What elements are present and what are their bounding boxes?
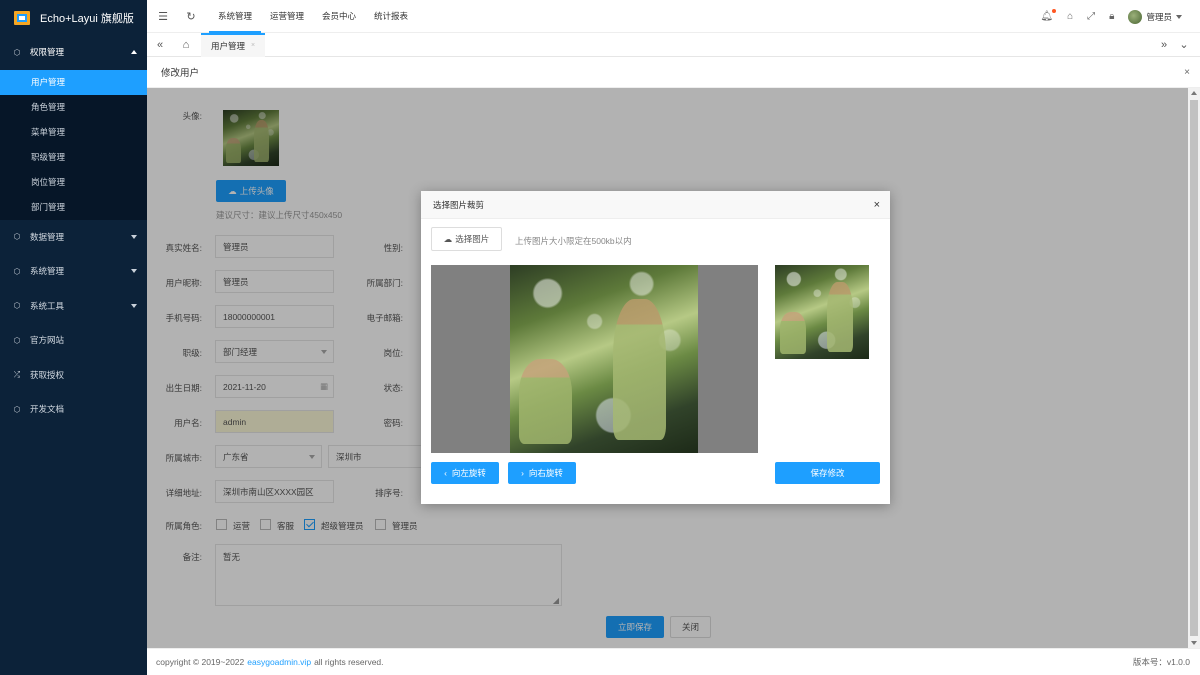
close-icon[interactable]: ×: [874, 199, 880, 211]
app-logo[interactable]: Echo+Layui 旗舰版: [0, 0, 147, 35]
close-icon[interactable]: ×: [1184, 67, 1190, 78]
sidebar-group-system[interactable]: ⬡ 系统管理: [0, 254, 147, 289]
footer: copyright © 2019~2022 easygoadmin.vip al…: [147, 648, 1200, 675]
chevron-down-icon: [131, 234, 137, 239]
cube-icon: ⬡: [13, 47, 21, 57]
sidebar: Echo+Layui 旗舰版 ⬡ 权限管理 用户管理 角色管理 菜单管理 职级管…: [0, 0, 147, 675]
sidebar-item-label: 开发文档: [30, 404, 65, 415]
image-crop-dialog: 选择图片裁剪 × ☁ 选择图片 上传图片大小限定在500kb以内 ‹ 向左旋转 › 向…: [421, 191, 890, 504]
dialog-header: 选择图片裁剪 ×: [421, 191, 890, 219]
tab-user-management[interactable]: 用户管理 ×: [201, 32, 266, 57]
sidebar-group-data[interactable]: ⬡ 数据管理: [0, 220, 147, 255]
page-title-bar: 修改用户 ×: [147, 57, 1200, 88]
sidebar-item-website[interactable]: ⬡ 官方网站: [0, 323, 147, 358]
sidebar-group-label: 权限管理: [30, 47, 65, 58]
chevron-down-icon[interactable]: ⌄: [1174, 35, 1194, 55]
choose-image-label: 选择图片: [455, 234, 490, 244]
topnav-member[interactable]: 会员中心: [313, 0, 365, 33]
bell-icon[interactable]: 🔔︎: [1040, 9, 1057, 22]
sidebar-group-permission[interactable]: ⬡ 权限管理: [0, 35, 147, 70]
tag-icon[interactable]: ⌂: [1067, 11, 1073, 22]
version-text: 版本号：v1.0.0: [1132, 657, 1190, 667]
tab-label: 用户管理: [211, 40, 246, 51]
cloud-upload-icon: ☁: [443, 233, 453, 244]
topnav-report[interactable]: 统计报表: [365, 0, 417, 33]
crop-source-image[interactable]: [510, 265, 698, 453]
footer-link[interactable]: easygoadmin.vip: [247, 657, 311, 667]
scroll-down-icon: [1191, 641, 1197, 645]
page-title: 修改用户: [161, 68, 200, 79]
rotate-right-button[interactable]: › 向右旋转: [508, 462, 576, 484]
top-right-tools: 🔔︎ ⌂ ⤢ 🔒︎ 管理员: [1040, 0, 1182, 33]
rotate-right-label: 向右旋转: [528, 468, 563, 478]
cube-icon: ⬡: [13, 335, 21, 345]
app-title: Echo+Layui 旗舰版: [40, 12, 134, 25]
notification-dot: [1052, 9, 1057, 13]
sidebar-item-label: 官方网站: [30, 335, 65, 346]
sidebar-item-roles[interactable]: 角色管理: [0, 95, 147, 120]
chevron-down-icon: [131, 303, 137, 308]
choose-image-button[interactable]: ☁ 选择图片: [431, 227, 502, 251]
menu-fold-icon[interactable]: ☰: [153, 6, 173, 26]
chevron-down-icon: [131, 269, 137, 274]
cube-icon: ⬡: [13, 404, 21, 414]
sidebar-group-label: 系统管理: [30, 266, 65, 277]
sidebar-item-license[interactable]: ⤮ 获取授权: [0, 358, 147, 393]
avatar: [1128, 9, 1143, 24]
top-nav: 系统管理 运营管理 会员中心 统计报表: [209, 0, 417, 33]
tab-close-icon[interactable]: ×: [251, 42, 255, 49]
cube-icon: ⬡: [13, 266, 21, 276]
user-menu[interactable]: 管理员: [1128, 9, 1182, 24]
topnav-system[interactable]: 系统管理: [209, 0, 262, 33]
user-name: 管理员: [1146, 11, 1172, 22]
rotate-left-label: 向左旋转: [451, 468, 486, 478]
cube-icon: ⬡: [13, 301, 21, 311]
sidebar-group-label: 系统工具: [30, 300, 65, 311]
logo-icon: [13, 9, 31, 27]
sidebar-submenu: 用户管理 角色管理 菜单管理 职级管理 岗位管理 部门管理: [0, 69, 147, 220]
refresh-icon[interactable]: ↻: [181, 6, 201, 26]
scroll-up-icon: [1191, 91, 1197, 95]
chevron-up-icon: [131, 50, 137, 55]
tab-bar: « ⌂ 用户管理 × » ⌄: [147, 32, 1200, 57]
save-crop-button[interactable]: 保存修改: [775, 462, 880, 484]
rotate-left-button[interactable]: ‹ 向左旋转: [431, 462, 499, 484]
sidebar-item-users[interactable]: 用户管理: [0, 69, 147, 95]
sidebar-item-depts[interactable]: 部门管理: [0, 195, 147, 220]
chevron-left-icon: ‹: [444, 468, 447, 478]
sidebar-item-label: 获取授权: [30, 369, 65, 380]
shuffle-icon: ⤮: [13, 369, 21, 379]
topnav-operation[interactable]: 运营管理: [261, 0, 313, 33]
upload-size-hint: 上传图片大小限定在500kb以内: [515, 236, 632, 246]
caret-down-icon: [1176, 14, 1182, 19]
copyright-text: copyright © 2019~2022: [156, 657, 245, 667]
sidebar-group-tools[interactable]: ⬡ 系统工具: [0, 289, 147, 324]
crop-canvas[interactable]: [431, 265, 758, 453]
sidebar-item-levels[interactable]: 职级管理: [0, 145, 147, 170]
sidebar-item-docs[interactable]: ⬡ 开发文档: [0, 392, 147, 427]
lock-icon[interactable]: 🔒︎: [1109, 11, 1114, 22]
home-icon[interactable]: ⌂: [176, 35, 196, 55]
cube-icon: ⬡: [13, 232, 21, 242]
scrollbar[interactable]: [1188, 88, 1200, 648]
copyright-suffix: all rights reserved.: [314, 657, 384, 667]
sidebar-item-posts[interactable]: 岗位管理: [0, 170, 147, 195]
sidebar-group-label: 数据管理: [30, 231, 65, 242]
dialog-title: 选择图片裁剪: [433, 199, 485, 210]
sidebar-item-menus[interactable]: 菜单管理: [0, 120, 147, 145]
double-right-icon[interactable]: »: [1154, 35, 1174, 55]
chevron-right-icon: ›: [521, 468, 524, 478]
scroll-thumb[interactable]: [1190, 100, 1198, 636]
fullscreen-icon[interactable]: ⤢: [1087, 11, 1095, 22]
top-header: ☰ ↻ 系统管理 运营管理 会员中心 统计报表 🔔︎ ⌂ ⤢ 🔒︎ 管理员: [147, 0, 1200, 33]
double-left-icon[interactable]: «: [150, 35, 170, 55]
crop-preview-image: [775, 265, 869, 359]
